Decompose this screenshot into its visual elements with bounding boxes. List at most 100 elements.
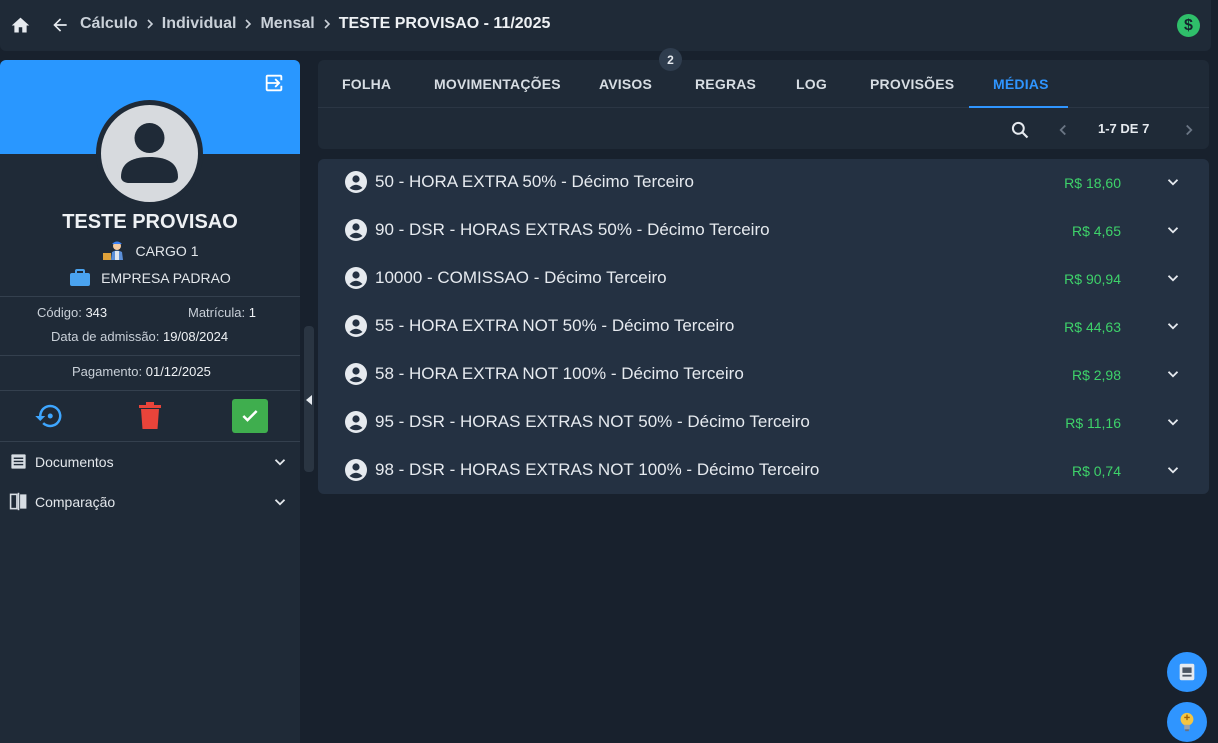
pagamento-info: Pagamento: 01/12/2025	[72, 364, 211, 379]
tab-log[interactable]: LOG	[796, 76, 827, 92]
item-value: R$ 0,74	[1071, 463, 1121, 479]
avatar	[96, 100, 203, 207]
document-icon	[11, 454, 26, 469]
breadcrumb: Cálculo Individual Mensal TESTE PROVISAO…	[80, 15, 550, 33]
matricula-label: Matrícula:	[188, 305, 246, 320]
item-label: 58 - HORA EXTRA NOT 100% - Décimo Tercei…	[375, 364, 744, 383]
list-item[interactable]: 10000 - COMISSAO - Décimo Terceiro R$ 90…	[318, 255, 1209, 303]
chevron-right-icon	[324, 19, 330, 29]
divider	[0, 441, 300, 442]
chevron-left-icon[interactable]	[1054, 121, 1072, 139]
employee-panel: TESTE PROVISAO CARGO 1 EMPRESA PADRAO Có…	[0, 60, 300, 743]
menu-comparacao-label: Comparação	[35, 494, 116, 510]
chevron-right-icon	[245, 19, 252, 29]
user-silhouette-icon	[121, 123, 178, 183]
matricula-value: 1	[248, 305, 256, 320]
home-icon[interactable]	[10, 15, 31, 36]
tab-medias[interactable]: MÉDIAS	[993, 76, 1049, 92]
chevron-down-icon[interactable]	[1164, 461, 1182, 479]
account-circle-icon	[345, 363, 367, 385]
tips-fab[interactable]	[1167, 702, 1207, 742]
breadcrumb-calculo[interactable]: Cálculo	[80, 15, 138, 33]
account-circle-icon	[345, 459, 367, 481]
employee-cargo: CARGO 1	[0, 240, 300, 262]
restore-button[interactable]	[31, 398, 67, 434]
breadcrumb-mensal[interactable]: Mensal	[260, 15, 314, 33]
item-value: R$ 44,63	[1064, 319, 1121, 335]
account-circle-icon	[345, 315, 367, 337]
confirm-button[interactable]	[232, 399, 268, 433]
codigo-value: 343	[85, 305, 108, 320]
chevron-down-icon[interactable]	[1164, 365, 1182, 383]
chevron-down-icon	[274, 459, 286, 466]
search-icon[interactable]	[1010, 120, 1030, 140]
tab-regras[interactable]: REGRAS	[695, 76, 756, 92]
chevron-down-icon[interactable]	[1164, 173, 1182, 191]
chevron-right-icon[interactable]	[1180, 121, 1198, 139]
item-value: R$ 90,94	[1064, 271, 1121, 287]
action-bar	[0, 398, 300, 434]
item-label: 55 - HORA EXTRA NOT 50% - Décimo Terceir…	[375, 316, 735, 335]
chevron-down-icon[interactable]	[1164, 269, 1182, 287]
tab-provisoes[interactable]: PROVISÕES	[870, 76, 954, 92]
arrow-left-icon[interactable]	[50, 15, 70, 35]
employee-empresa: EMPRESA PADRAO	[0, 269, 300, 287]
codigo-label: Código:	[37, 305, 82, 320]
caret-left-icon	[306, 395, 312, 405]
account-circle-icon	[345, 219, 367, 241]
account-circle-icon	[345, 171, 367, 193]
admissao-info: Data de admissão: 19/08/2024	[51, 329, 228, 344]
chevron-down-icon[interactable]	[1164, 413, 1182, 431]
briefcase-icon	[70, 269, 91, 286]
trash-icon	[139, 402, 161, 429]
item-label: 95 - DSR - HORAS EXTRAS NOT 50% - Décimo…	[375, 412, 810, 431]
breadcrumb-individual[interactable]: Individual	[162, 15, 237, 33]
pagamento-value: 01/12/2025	[145, 364, 211, 379]
chevron-down-icon[interactable]	[1164, 317, 1182, 335]
avisos-badge: 2	[659, 48, 682, 71]
account-circle-icon	[345, 267, 367, 289]
pagamento-label: Pagamento:	[72, 364, 143, 379]
chevron-right-icon	[147, 19, 153, 29]
menu-documentos[interactable]: Documentos	[0, 443, 300, 479]
money-symbol: $	[1184, 16, 1193, 34]
tab-avisos[interactable]: AVISOS	[599, 76, 652, 92]
list-item[interactable]: 55 - HORA EXTRA NOT 50% - Décimo Terceir…	[318, 303, 1209, 351]
money-icon[interactable]: $	[1177, 14, 1200, 37]
chevron-down-icon[interactable]	[1164, 221, 1182, 239]
pagination-label: 1-7 DE 7	[1098, 121, 1150, 136]
item-value: R$ 11,16	[1065, 415, 1121, 431]
codigo-info: Código: 343	[37, 305, 107, 320]
list-item[interactable]: 95 - DSR - HORAS EXTRAS NOT 50% - Décimo…	[318, 399, 1209, 447]
item-label: 10000 - COMISSAO - Décimo Terceiro	[375, 268, 667, 287]
admissao-label: Data de admissão:	[51, 329, 160, 344]
tab-movimentacoes[interactable]: MOVIMENTAÇÕES	[434, 76, 561, 92]
empresa-label: EMPRESA PADRAO	[101, 270, 231, 286]
admissao-value: 19/08/2024	[163, 329, 229, 344]
breadcrumb-current: TESTE PROVISAO - 11/2025	[338, 15, 551, 32]
matricula-info: Matrícula: 1	[188, 305, 256, 320]
tab-folha[interactable]: FOLHA	[342, 76, 391, 92]
medias-list: 50 - HORA EXTRA 50% - Décimo Terceiro R$…	[318, 159, 1209, 494]
exit-icon[interactable]	[263, 72, 285, 94]
menu-documentos-label: Documentos	[35, 454, 114, 470]
top-bar: Cálculo Individual Mensal TESTE PROVISAO…	[0, 0, 1211, 51]
active-tab-indicator	[969, 106, 1068, 108]
list-item[interactable]: 58 - HORA EXTRA NOT 100% - Décimo Tercei…	[318, 351, 1209, 399]
item-value: R$ 4,65	[1071, 223, 1121, 239]
divider	[0, 390, 300, 391]
account-circle-icon	[345, 411, 367, 433]
worker-icon	[103, 241, 124, 260]
menu-comparacao[interactable]: Comparação	[0, 483, 300, 519]
list-item[interactable]: 50 - HORA EXTRA 50% - Décimo Terceiro R$…	[318, 159, 1209, 207]
report-fab[interactable]	[1167, 652, 1207, 692]
restore-icon	[35, 404, 62, 428]
delete-button[interactable]	[132, 398, 168, 434]
divider	[0, 355, 300, 356]
list-item[interactable]: 98 - DSR - HORAS EXTRAS NOT 100% - Décim…	[318, 447, 1209, 495]
item-label: 98 - DSR - HORAS EXTRAS NOT 100% - Décim…	[375, 460, 820, 479]
list-item[interactable]: 90 - DSR - HORAS EXTRAS 50% - Décimo Ter…	[318, 207, 1209, 255]
compare-icon	[9, 492, 27, 511]
item-value: R$ 18,60	[1064, 175, 1121, 191]
report-icon	[1179, 663, 1195, 681]
